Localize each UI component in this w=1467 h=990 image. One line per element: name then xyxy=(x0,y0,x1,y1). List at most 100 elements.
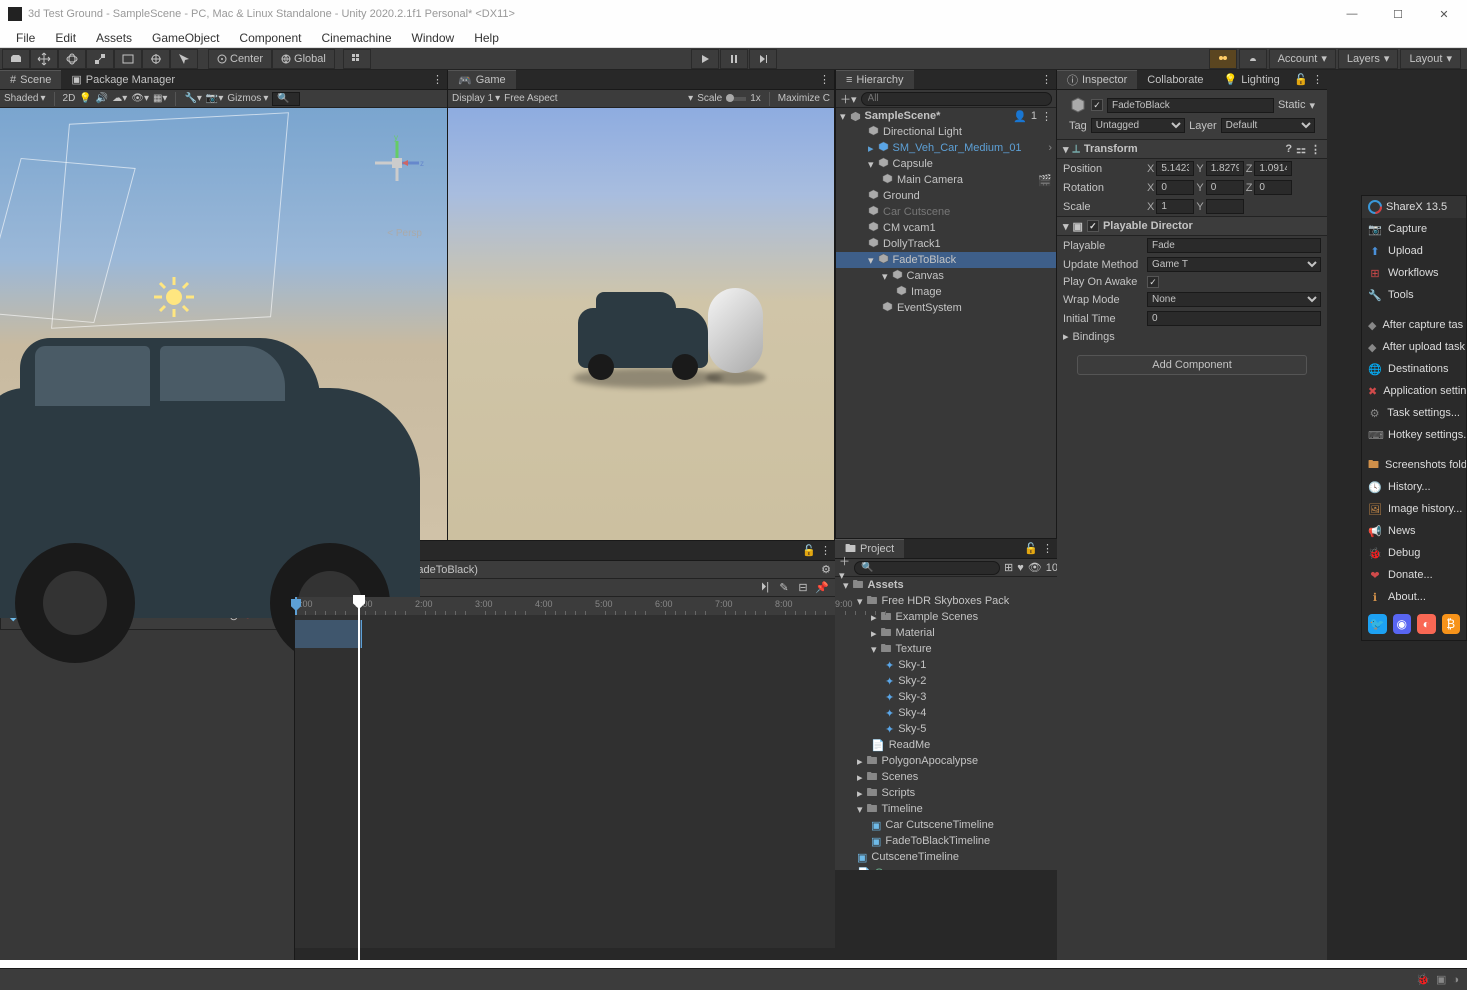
sharex-item[interactable]: ℹAbout... xyxy=(1362,586,1466,608)
tl-lock-icon[interactable]: ⊟ xyxy=(794,580,812,596)
layers-dropdown[interactable]: Layers▾ xyxy=(1338,49,1399,69)
director-enabled[interactable]: ✓ xyxy=(1087,220,1099,232)
twitter-icon[interactable]: 🐦 xyxy=(1368,614,1387,634)
step-button[interactable] xyxy=(749,49,777,69)
scene-viewport[interactable]: yz < Persp xyxy=(0,108,447,540)
camera-icon[interactable]: 📷▾ xyxy=(206,93,223,104)
tab-package-manager[interactable]: ▣Package Manager xyxy=(61,70,185,89)
hier-search-input[interactable] xyxy=(861,92,1052,106)
hier-item[interactable]: Main Camera🎬 xyxy=(836,172,1056,188)
proj-item[interactable]: ▣ Car CutsceneTimeline xyxy=(835,817,1057,833)
timeline-area[interactable]: 0:001:002:003:004:005:006:007:008:009:00 xyxy=(295,597,835,960)
menu-assets[interactable]: Assets xyxy=(88,29,140,47)
light-toggle[interactable]: 💡 xyxy=(79,93,91,104)
tab-menu-icon[interactable]: ⋮ xyxy=(1312,73,1323,86)
scale-tool[interactable] xyxy=(86,49,114,69)
sharex-item[interactable]: 🐞Debug xyxy=(1362,542,1466,564)
timeline-playhead[interactable] xyxy=(358,597,360,960)
grid-toggle[interactable]: ▦▾ xyxy=(153,93,167,104)
static-label[interactable]: Static xyxy=(1278,99,1306,111)
hier-item[interactable]: Directional Light xyxy=(836,124,1056,140)
proj-fav-icon[interactable]: ♥ xyxy=(1017,562,1024,574)
add-component-button[interactable]: Add Component xyxy=(1077,355,1307,375)
hier-item[interactable]: Car Cutscene xyxy=(836,204,1056,220)
layout-dropdown[interactable]: Layout▾ xyxy=(1400,49,1461,69)
tl-marker-icon[interactable]: ⏵| xyxy=(756,580,774,596)
hier-item[interactable]: DollyTrack1 xyxy=(836,236,1056,252)
hier-item[interactable]: Ground xyxy=(836,188,1056,204)
tl-settings-icon[interactable]: ⚙ xyxy=(821,563,831,576)
play-button[interactable] xyxy=(691,49,719,69)
display-dropdown[interactable]: Display 1 ▾ xyxy=(452,93,500,104)
transform-tool[interactable] xyxy=(142,49,170,69)
menu-cinemachine[interactable]: Cinemachine xyxy=(313,29,399,47)
rot-x[interactable] xyxy=(1156,180,1194,195)
scl-x[interactable] xyxy=(1156,199,1194,214)
hier-item[interactable]: CM vcam1 xyxy=(836,220,1056,236)
sharex-item[interactable]: 📷Capture xyxy=(1362,218,1466,240)
menu-window[interactable]: Window xyxy=(404,29,463,47)
pos-x[interactable] xyxy=(1156,161,1194,176)
sharex-item[interactable]: ◆After capture tas xyxy=(1362,314,1466,336)
sharex-item[interactable]: 🕓History... xyxy=(1362,476,1466,498)
menu-file[interactable]: File xyxy=(8,29,43,47)
discord-icon[interactable]: ◉ xyxy=(1393,614,1412,634)
local-global-toggle[interactable]: Global xyxy=(272,49,335,69)
tab-game[interactable]: 🎮Game xyxy=(448,70,516,89)
shading-dropdown[interactable]: Shaded ▾ xyxy=(4,93,46,104)
sharex-item[interactable]: ⚙Task settings... xyxy=(1362,402,1466,424)
pause-button[interactable] xyxy=(720,49,748,69)
tab-menu-icon[interactable]: ⋮ xyxy=(1041,73,1052,86)
move-tool[interactable] xyxy=(30,49,58,69)
scale-slider[interactable] xyxy=(726,97,746,101)
proj-item[interactable]: ▸ 🖿 Material xyxy=(835,625,1057,641)
sharex-item[interactable]: ⊞Workflows xyxy=(1362,262,1466,284)
bitcoin-icon[interactable]: ₿ xyxy=(1442,614,1461,634)
pos-y[interactable] xyxy=(1206,161,1244,176)
collab-icon[interactable] xyxy=(1209,49,1237,69)
proj-item[interactable]: ▣ CutsceneTimeline xyxy=(835,849,1057,865)
status-console-icon[interactable]: ▣ xyxy=(1436,973,1446,986)
tl-edit-icon[interactable]: ✎ xyxy=(775,580,793,596)
sharex-item[interactable]: 🖼Image history... xyxy=(1362,498,1466,520)
tools-icon[interactable]: 🔧▾ xyxy=(184,93,201,104)
hand-tool[interactable] xyxy=(2,49,30,69)
rect-tool[interactable] xyxy=(114,49,142,69)
tag-dropdown[interactable]: Untagged xyxy=(1091,118,1185,133)
menu-gameobject[interactable]: GameObject xyxy=(144,29,227,47)
active-checkbox[interactable]: ✓ xyxy=(1091,99,1103,111)
lock-icon[interactable]: 🔓 xyxy=(1024,542,1038,555)
status-activity-icon[interactable]: ◑ xyxy=(1452,974,1459,986)
layer-dropdown[interactable]: Default xyxy=(1221,118,1315,133)
sharex-item[interactable]: ⬆Upload xyxy=(1362,240,1466,262)
timeline-ruler[interactable]: 0:001:002:003:004:005:006:007:008:009:00 xyxy=(295,597,835,615)
menu-component[interactable]: Component xyxy=(231,29,309,47)
hier-menu-icon[interactable]: ⋮ xyxy=(1041,110,1052,123)
hier-item[interactable]: ▾ Capsule xyxy=(836,156,1056,172)
close-button[interactable]: ✕ xyxy=(1421,0,1467,28)
audio-toggle[interactable]: 🔊 xyxy=(96,93,108,104)
rotate-tool[interactable] xyxy=(58,49,86,69)
proj-item[interactable]: ▾ 🖿 Timeline xyxy=(835,801,1057,817)
tab-hierarchy[interactable]: ≡Hierarchy xyxy=(836,70,914,89)
transform-component[interactable]: ▾⟂Transform ? ⚏ ⋮ xyxy=(1057,139,1327,159)
preset-icon[interactable]: ⚏ xyxy=(1296,143,1306,156)
axis-gizmo[interactable]: yz xyxy=(367,133,427,193)
maximize-button[interactable]: ☐ xyxy=(1375,0,1421,28)
cloud-icon[interactable] xyxy=(1239,49,1267,69)
rot-y[interactable] xyxy=(1206,180,1244,195)
aspect-dropdown[interactable]: Free Aspect ▾ xyxy=(504,93,693,104)
pivot-center-toggle[interactable]: Center xyxy=(208,49,272,69)
proj-item[interactable]: ▾ 🖿 Texture xyxy=(835,641,1057,657)
tab-menu-icon[interactable]: ⋮ xyxy=(819,73,830,86)
help-icon[interactable]: ? xyxy=(1285,143,1292,155)
game-viewport[interactable] xyxy=(448,108,834,540)
proj-item[interactable]: ✦ Sky-4 xyxy=(835,705,1057,721)
hier-item[interactable]: ▸ SM_Veh_Car_Medium_01› xyxy=(836,140,1056,156)
play-on-awake-checkbox[interactable]: ✓ xyxy=(1147,276,1159,288)
proj-hidden-icon[interactable]: 👁 xyxy=(1028,561,1042,574)
tab-inspector[interactable]: ⓘInspector xyxy=(1057,70,1137,89)
tab-menu-icon[interactable]: ⋮ xyxy=(820,544,831,557)
proj-item[interactable]: ✦ Sky-5 xyxy=(835,721,1057,737)
proj-item[interactable]: ▾ 🖿 Free HDR Skyboxes Pack xyxy=(835,593,1057,609)
